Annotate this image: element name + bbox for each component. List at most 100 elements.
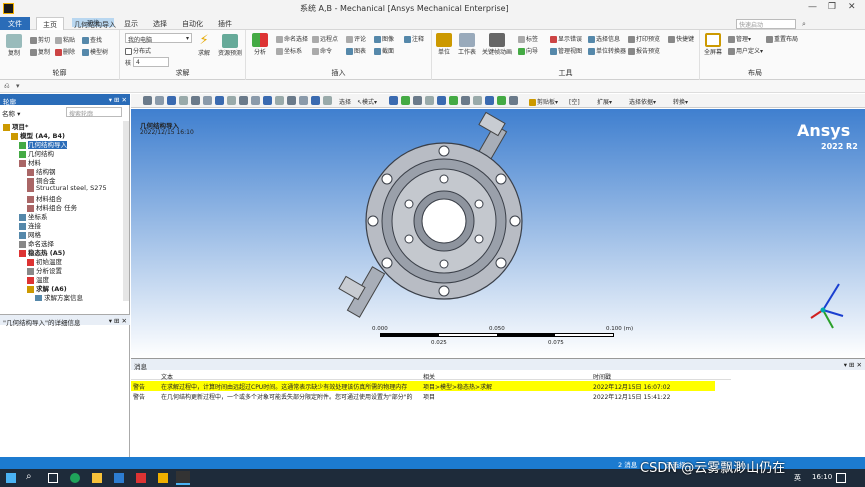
workbench-icon[interactable]	[158, 473, 168, 483]
toolbar-tool-icon[interactable]	[425, 96, 434, 105]
tree-item[interactable]: 项目*	[0, 121, 28, 131]
messages-count[interactable]: 2 消息	[618, 459, 637, 469]
search-icon[interactable]: ⌕	[26, 471, 32, 482]
remote-point-button[interactable]: 远程点	[312, 34, 338, 43]
toolbar-tool-icon[interactable]	[203, 96, 212, 105]
tree-item[interactable]: 稳态热 (A5)	[0, 247, 65, 257]
toolbar-tool-icon[interactable]	[449, 96, 458, 105]
toolbar-tool-icon[interactable]	[215, 96, 224, 105]
mode-button[interactable]: ↖模式▾	[357, 97, 377, 106]
toolbar-tool-icon[interactable]	[263, 96, 272, 105]
message-row[interactable]: 警告 在几何结构更新过程中，一个或多个对象可能丢失部分限定附件。您可通过使用设置为…	[131, 391, 715, 401]
cut-button[interactable]: 剪切	[30, 35, 50, 44]
delete-button[interactable]: 删除	[55, 47, 75, 56]
toolbar-tool-icon[interactable]	[497, 96, 506, 105]
close-icon[interactable]: ▾ ⊞ ✕	[109, 317, 127, 325]
toolbar-tool-icon[interactable]	[155, 96, 164, 105]
tree-item[interactable]: 命名选择	[0, 238, 54, 248]
reset-layout-button[interactable]: 重置布局	[766, 34, 798, 43]
tree-item[interactable]: 材料	[0, 157, 41, 167]
toolbar-tool-icon[interactable]	[401, 96, 410, 105]
app-icon[interactable]	[114, 473, 124, 483]
coordinate-system-button[interactable]: 坐标系	[276, 46, 302, 55]
graphics-viewport[interactable]: 几何结构导入 2022/12/15 16:10 Ansys 2022 R2 0.…	[131, 109, 865, 358]
windows-start-icon[interactable]	[6, 473, 16, 483]
keyframe-animation-button[interactable]: 关键帧动画	[482, 33, 512, 56]
distributed-checkbox[interactable]: 分布式	[125, 46, 151, 55]
tree-button[interactable]: 模型树	[82, 47, 108, 56]
outline-search-input[interactable]: 搜索轮廓	[66, 107, 122, 118]
toolbar-tool-icon[interactable]	[275, 96, 284, 105]
duplicate-big-button[interactable]: 复制	[6, 34, 22, 57]
user-defined-button[interactable]: 用户定义▾	[728, 46, 763, 55]
folder-icon[interactable]	[92, 473, 102, 483]
tree-item[interactable]: 铜合金	[0, 175, 56, 185]
pin-icon[interactable]: ▾ ⊞ ✕	[109, 96, 127, 104]
tree-item[interactable]: Structural steel, S275	[0, 184, 107, 193]
extend-button[interactable]: 扩展▾	[597, 97, 612, 106]
toolbar-tool-icon[interactable]	[413, 96, 422, 105]
toolbar-tool-icon[interactable]	[461, 96, 470, 105]
manage-views-button[interactable]: 管理视图	[550, 46, 582, 55]
tab-selection[interactable]: 选择	[147, 17, 173, 30]
notification-icon[interactable]	[836, 473, 846, 483]
toolbar-tool-icon[interactable]	[311, 96, 320, 105]
named-selection-button[interactable]: 命名选择	[276, 34, 308, 43]
tree-item[interactable]: 求解 (A6)	[0, 283, 67, 293]
units-button[interactable]: 单位	[436, 33, 452, 56]
chart-button[interactable]: 图表	[346, 46, 366, 55]
section-button[interactable]: 截面	[374, 46, 394, 55]
paste-button[interactable]: 粘贴	[55, 35, 75, 44]
tree-item[interactable]: 初始温度	[0, 256, 62, 266]
column-related[interactable]: 相关	[423, 372, 435, 381]
tree-item[interactable]: 坐标系	[0, 211, 48, 221]
pane-controls-icon[interactable]: ▾ ⊞ ✕	[844, 361, 862, 369]
cores-input[interactable]: 4	[133, 57, 169, 67]
flange-model[interactable]	[331, 109, 611, 349]
tree-item[interactable]: 结构钢	[0, 166, 56, 176]
maximize-icon[interactable]: ❐	[828, 2, 836, 12]
toolbar-tool-icon[interactable]	[473, 96, 482, 105]
undo-icon[interactable]: ⎌	[4, 82, 10, 91]
toolbar-tool-icon[interactable]	[287, 96, 296, 105]
solve-button[interactable]: ⚡ 求解	[198, 34, 210, 58]
resource-prediction-button[interactable]: 资源预测	[218, 34, 242, 57]
toolbar-tool-icon[interactable]	[485, 96, 494, 105]
toolbar-tool-icon[interactable]	[323, 96, 332, 105]
toolbar-tool-icon[interactable]	[437, 96, 446, 105]
tab-display[interactable]: 显示	[118, 17, 144, 30]
copy-button[interactable]: 复制	[30, 47, 50, 56]
toolbar-tool-icon[interactable]	[389, 96, 398, 105]
clock[interactable]: 16:10	[812, 473, 832, 481]
mechanical-taskbar-icon[interactable]	[176, 471, 190, 485]
edge-icon[interactable]	[70, 473, 80, 483]
column-timestamp[interactable]: 时间戳	[593, 372, 611, 381]
toolbar-tool-icon[interactable]	[227, 96, 236, 105]
toolbar-tool-icon[interactable]	[143, 96, 152, 105]
tags-button[interactable]: 标签	[518, 34, 538, 43]
selection-info-button[interactable]: 选择信息	[588, 34, 620, 43]
comment-button[interactable]: 评论	[346, 34, 366, 43]
analysis-button[interactable]: 分析	[252, 33, 268, 56]
toolbar-tool-icon[interactable]	[179, 96, 188, 105]
convert-button[interactable]: 转换▾	[673, 97, 688, 106]
tree-scrollbar[interactable]	[123, 121, 129, 301]
show-errors-button[interactable]: 显示错误	[550, 34, 582, 43]
worksheet-button[interactable]: 工作表	[458, 33, 476, 56]
search-icon[interactable]: ⌕	[802, 20, 806, 29]
tree-item[interactable]: 网格	[0, 229, 41, 239]
annotation-button[interactable]: 注释	[404, 34, 424, 43]
unit-converter-button[interactable]: 单位转换器	[588, 46, 626, 55]
task-view-icon[interactable]	[48, 473, 58, 483]
toolbar-tool-icon[interactable]	[299, 96, 308, 105]
tree-item[interactable]: 材料组合 任务	[0, 202, 77, 212]
customize-icon[interactable]: ▾	[16, 82, 20, 90]
print-preview-button[interactable]: 打印预览	[628, 34, 660, 43]
tree-item[interactable]: 几何结构导入	[0, 139, 67, 149]
toolbar-tool-icon[interactable]	[251, 96, 260, 105]
tree-item[interactable]: 材料组合	[0, 193, 62, 203]
tree-item[interactable]: 温度	[0, 274, 49, 284]
toolbar-tool-icon[interactable]	[191, 96, 200, 105]
quick-launch-input[interactable]: 快速启动	[736, 19, 796, 29]
find-button[interactable]: 查找	[82, 35, 102, 44]
